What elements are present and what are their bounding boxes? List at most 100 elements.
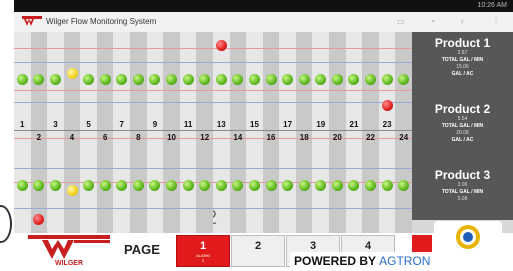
product-block[interactable]: Product 3 3.06 TOTAL GAL / MIN 5.08 — [412, 168, 513, 203]
row-indicator-ball[interactable] — [381, 74, 393, 85]
row-indicator-ball[interactable] — [248, 74, 260, 85]
status-bar: 10:26 AM — [14, 0, 513, 12]
row-indicator-ball[interactable] — [365, 74, 377, 85]
product-rate: 2.87 — [457, 50, 468, 56]
row-indicator-ball[interactable] — [248, 180, 260, 191]
row-separator — [14, 130, 412, 131]
reference-line — [14, 208, 412, 209]
row-number-label: 21 — [349, 120, 359, 129]
row-indicator-ball[interactable] — [282, 74, 294, 85]
row-indicator-ball[interactable] — [149, 180, 161, 191]
left-edge-frame — [0, 0, 14, 271]
row-grid: 2 I 135791113151719212324681012141618202… — [14, 32, 412, 233]
brand-label: WILGER — [55, 260, 83, 267]
row-indicator-ball[interactable] — [116, 74, 128, 85]
row-indicator-ball[interactable] — [83, 74, 95, 85]
product-rate: 3.06 — [457, 182, 468, 188]
wilger-logo-icon — [22, 16, 42, 26]
row-number-label: 18 — [299, 133, 309, 142]
product-block[interactable]: Product 2 5.54 TOTAL GAL / MIN 20.08 GAL / A… — [412, 102, 513, 144]
product-app-rate: 20.08 — [456, 130, 469, 136]
row-indicator-ball[interactable] — [215, 40, 227, 51]
product-rate-unit: TOTAL GAL / MIN — [441, 123, 484, 129]
row-indicator-ball[interactable] — [348, 180, 360, 191]
page-2-button[interactable]: 2 — [231, 235, 285, 267]
status-time: 10:26 AM — [477, 2, 507, 9]
reference-line — [14, 102, 412, 103]
row-indicator-ball[interactable] — [282, 180, 294, 191]
row-indicator-ball[interactable] — [99, 74, 111, 85]
row-number-label: 2 — [36, 133, 42, 142]
wilger-logo: WILGER — [28, 235, 110, 267]
product-rate-unit: TOTAL GAL / MIN — [441, 57, 484, 63]
bulb-icon[interactable]: ♀ — [459, 17, 465, 27]
reference-line — [14, 48, 412, 49]
row-indicator-ball[interactable] — [182, 74, 194, 85]
row-indicator-ball[interactable] — [315, 180, 327, 191]
row-number-label: 3 — [53, 120, 58, 129]
row-number-label: 13 — [216, 120, 226, 129]
row-number-label: 14 — [233, 133, 243, 142]
alarm-count: 3 — [201, 258, 205, 263]
row-indicator-ball[interactable] — [365, 180, 377, 191]
reference-line — [14, 90, 412, 91]
wifi-icon[interactable]: ◔ — [430, 17, 435, 27]
row-indicator-ball[interactable] — [265, 180, 277, 191]
product-title: Product 1 — [434, 36, 491, 50]
powered-by-banner: POWERED BY AGTRON — [290, 252, 435, 270]
row-number-label: 19 — [316, 120, 326, 129]
reference-line — [14, 168, 412, 169]
powered-by-text: POWERED BY — [294, 254, 376, 268]
row-number-label: 4 — [69, 133, 75, 142]
title-bar: Wilger Flow Monitoring System ▭ ◔ ♀ ⋮ — [14, 12, 513, 33]
page-1-button[interactable]: 1 ALARM 3 — [176, 235, 230, 267]
row-indicator-ball[interactable] — [99, 180, 111, 191]
row-indicator-ball[interactable] — [331, 180, 343, 191]
product-panel: Product 1 2.87 TOTAL GAL / MIN 15.06 GAL / A… — [412, 32, 513, 220]
row-indicator-ball[interactable] — [315, 74, 327, 85]
row-indicator-ball[interactable] — [182, 180, 194, 191]
row-indicator-ball[interactable] — [132, 180, 144, 191]
app-title: Wilger Flow Monitoring System — [46, 17, 157, 26]
row-indicator-ball[interactable] — [166, 74, 178, 85]
page-2-number: 2 — [254, 240, 262, 252]
row-indicator-ball[interactable] — [49, 74, 61, 85]
row-number-label: 9 — [152, 120, 158, 129]
row-indicator-ball[interactable] — [348, 74, 360, 85]
row-number-label: 22 — [366, 133, 375, 142]
row-indicator-ball[interactable] — [116, 180, 128, 191]
row-indicator-ball[interactable] — [66, 185, 78, 196]
product-app-unit: GAL / AC — [451, 137, 474, 143]
row-indicator-ball[interactable] — [298, 180, 310, 191]
row-number-label: 5 — [86, 120, 91, 129]
row-indicator-ball[interactable] — [166, 180, 178, 191]
page-1-number: 1 — [199, 240, 207, 252]
reference-line — [14, 62, 412, 63]
row-indicator-ball[interactable] — [66, 68, 78, 79]
row-number-label: 16 — [266, 133, 276, 142]
row-indicator-ball[interactable] — [132, 74, 144, 85]
row-indicator-ball[interactable] — [16, 74, 28, 85]
product-app-rate: 15.06 — [456, 64, 469, 70]
row-indicator-ball[interactable] — [83, 180, 95, 191]
product-app-rate: 5.08 — [457, 196, 468, 202]
overflow-menu-icon[interactable]: ⋮ — [492, 17, 500, 27]
row-number-label: 20 — [332, 133, 342, 142]
row-indicator-ball[interactable] — [381, 100, 393, 111]
product-block[interactable]: Product 1 2.87 TOTAL GAL / MIN 15.06 GAL / A… — [412, 36, 513, 78]
monitor-icon[interactable]: ▭ — [397, 17, 405, 27]
row-indicator-ball[interactable] — [215, 74, 227, 85]
row-number-label: 11 — [183, 120, 193, 129]
row-indicator-ball[interactable] — [215, 180, 227, 191]
row-number-label: 24 — [399, 133, 409, 142]
row-indicator-ball[interactable] — [16, 180, 28, 191]
product-rate-unit: TOTAL GAL / MIN — [441, 189, 484, 195]
row-indicator-ball[interactable] — [381, 180, 393, 191]
row-number-label: 8 — [136, 133, 141, 142]
row-indicator-ball[interactable] — [265, 74, 277, 85]
row-indicator-ball[interactable] — [49, 180, 61, 191]
row-indicator-ball[interactable] — [331, 74, 343, 85]
row-indicator-ball[interactable] — [149, 74, 161, 85]
row-indicator-ball[interactable] — [298, 74, 310, 85]
row-number-label: 12 — [200, 133, 210, 142]
